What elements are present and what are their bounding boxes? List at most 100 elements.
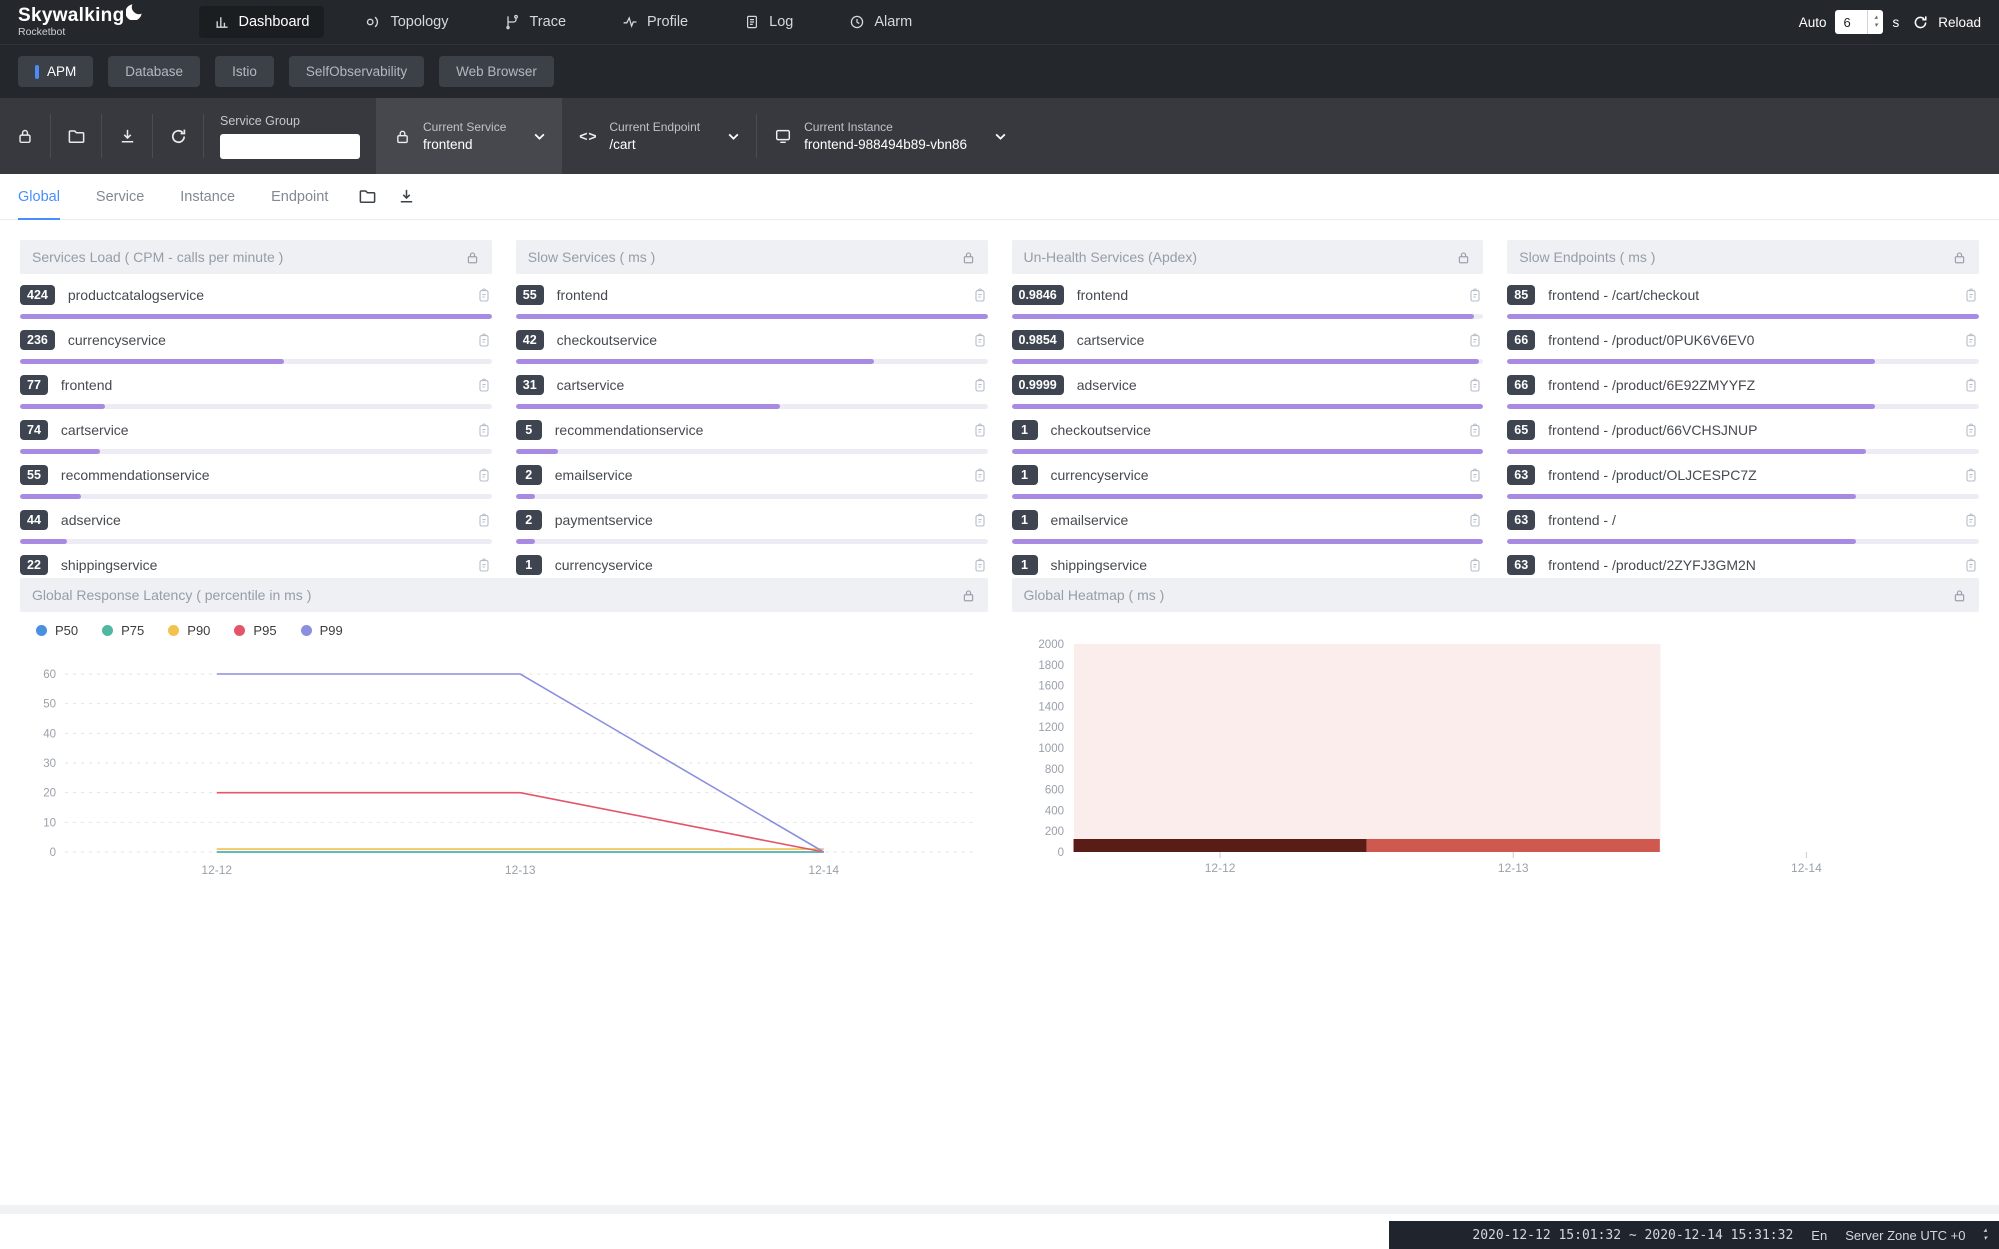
dashboard-icon: [214, 14, 230, 30]
heatmap-panel: Global Heatmap ( ms ) 020040060080010001…: [1012, 578, 1980, 890]
legend-item-P95[interactable]: P95: [234, 623, 276, 638]
reload-icon[interactable]: [1912, 14, 1929, 31]
nav-item-profile[interactable]: Profile: [607, 6, 703, 38]
download-icon[interactable]: [397, 187, 416, 206]
category-selfobservability[interactable]: SelfObservability: [289, 56, 424, 87]
metric-bar-fill: [1507, 494, 1856, 499]
copy-icon[interactable]: [476, 557, 492, 573]
nav-item-log[interactable]: Log: [729, 6, 808, 38]
copy-icon[interactable]: [1963, 557, 1979, 573]
current-service-selector[interactable]: Current Service frontend: [376, 98, 562, 174]
folder-icon[interactable]: [358, 187, 377, 206]
metric-row: 77 frontend: [20, 373, 492, 409]
time-range-picker[interactable]: 2020-12-12 15:01:32 ~ 2020-12-14 15:31:3…: [1472, 1228, 1793, 1243]
language-toggle[interactable]: En: [1811, 1228, 1827, 1243]
server-zone-label[interactable]: Server Zone UTC +0: [1845, 1228, 1965, 1243]
copy-icon[interactable]: [972, 557, 988, 573]
copy-icon[interactable]: [1467, 557, 1483, 573]
current-instance-selector[interactable]: Current Instance frontend-988494b89-vbn8…: [757, 98, 1023, 174]
lock-icon[interactable]: [465, 250, 480, 265]
current-endpoint-selector[interactable]: <> Current Endpoint /cart: [562, 98, 756, 174]
legend-item-P99[interactable]: P99: [301, 623, 343, 638]
metric-bar-track: [1012, 314, 1484, 319]
svg-text:1400: 1400: [1038, 701, 1064, 713]
nav-item-topology[interactable]: Topology: [350, 6, 463, 38]
nav-item-trace[interactable]: Trace: [489, 6, 581, 38]
metric-bar-fill: [20, 404, 105, 409]
legend-item-P75[interactable]: P75: [102, 623, 144, 638]
zone-stepper[interactable]: ▴▾: [1983, 1227, 1987, 1243]
tab-endpoint[interactable]: Endpoint: [271, 174, 328, 219]
metric-value-badge: 5: [516, 420, 542, 440]
category-web-browser[interactable]: Web Browser: [439, 56, 554, 87]
copy-icon[interactable]: [972, 512, 988, 528]
copy-icon[interactable]: [1467, 287, 1483, 303]
metric-label: cartservice: [557, 377, 625, 393]
service-group-input[interactable]: [220, 134, 360, 159]
copy-icon[interactable]: [476, 467, 492, 483]
metric-value-badge: 44: [20, 510, 48, 530]
lock-icon[interactable]: [961, 250, 976, 265]
svg-text:40: 40: [43, 728, 56, 740]
refresh-button[interactable]: [153, 98, 203, 174]
copy-icon[interactable]: [1963, 467, 1979, 483]
legend-item-P50[interactable]: P50: [36, 623, 78, 638]
nav-label: Log: [769, 14, 793, 30]
service-group-label: Service Group: [220, 114, 360, 128]
copy-icon[interactable]: [1467, 377, 1483, 393]
chevron-down-icon: [533, 130, 546, 143]
auto-interval-stepper[interactable]: ▴▾: [1867, 10, 1883, 34]
metric-label: cartservice: [61, 422, 129, 438]
copy-icon[interactable]: [972, 332, 988, 348]
copy-icon[interactable]: [476, 332, 492, 348]
category-database[interactable]: Database: [108, 56, 200, 87]
copy-icon[interactable]: [476, 512, 492, 528]
copy-icon[interactable]: [476, 377, 492, 393]
nav-item-alarm[interactable]: Alarm: [834, 6, 927, 38]
copy-icon[interactable]: [972, 422, 988, 438]
app-logo[interactable]: Skywalking Rocketbot: [18, 6, 143, 38]
copy-icon[interactable]: [1963, 332, 1979, 348]
metric-row: 63 frontend - /product/2ZYFJ3GM2N: [1507, 553, 1979, 578]
copy-icon[interactable]: [1467, 422, 1483, 438]
lock-icon[interactable]: [1456, 250, 1471, 265]
copy-icon[interactable]: [1467, 512, 1483, 528]
tab-service[interactable]: Service: [96, 174, 144, 219]
metric-value-badge: 2: [516, 510, 542, 530]
export-button[interactable]: [102, 98, 152, 174]
category-apm[interactable]: APM: [18, 56, 93, 87]
nav-item-dashboard[interactable]: Dashboard: [199, 6, 325, 38]
auto-interval-input[interactable]: 6 ▴▾: [1835, 10, 1883, 34]
svg-text:2000: 2000: [1038, 639, 1064, 651]
category-istio[interactable]: Istio: [215, 56, 274, 87]
lock-icon[interactable]: [961, 588, 976, 603]
reload-button[interactable]: Reload: [1938, 15, 1981, 30]
tab-global[interactable]: Global: [18, 174, 60, 219]
copy-icon[interactable]: [476, 287, 492, 303]
copy-icon[interactable]: [972, 377, 988, 393]
heatmap-chart[interactable]: 020040060080010001200140016001800200012-…: [1012, 612, 1980, 888]
lock-button[interactable]: [0, 98, 50, 174]
latency-line-chart[interactable]: 010203040506012-1212-1312-14: [20, 648, 988, 888]
lock-icon[interactable]: [1952, 250, 1967, 265]
metric-bar-track: [1012, 494, 1484, 499]
lock-icon[interactable]: [1952, 588, 1967, 603]
copy-icon[interactable]: [1963, 377, 1979, 393]
copy-icon[interactable]: [1963, 512, 1979, 528]
copy-icon[interactable]: [1467, 467, 1483, 483]
svg-text:1200: 1200: [1038, 722, 1064, 734]
copy-icon[interactable]: [972, 287, 988, 303]
svg-text:400: 400: [1044, 805, 1063, 817]
tab-instance[interactable]: Instance: [180, 174, 235, 219]
metric-row: 5 recommendationservice: [516, 418, 988, 454]
copy-icon[interactable]: [1963, 422, 1979, 438]
legend-item-P90[interactable]: P90: [168, 623, 210, 638]
metric-label: frontend - /cart/checkout: [1548, 287, 1699, 303]
copy-icon[interactable]: [972, 467, 988, 483]
metric-row: 44 adservice: [20, 508, 492, 544]
copy-icon[interactable]: [1963, 287, 1979, 303]
copy-icon[interactable]: [476, 422, 492, 438]
metric-value-badge: 1: [516, 555, 542, 575]
copy-icon[interactable]: [1467, 332, 1483, 348]
folder-button[interactable]: [51, 98, 101, 174]
